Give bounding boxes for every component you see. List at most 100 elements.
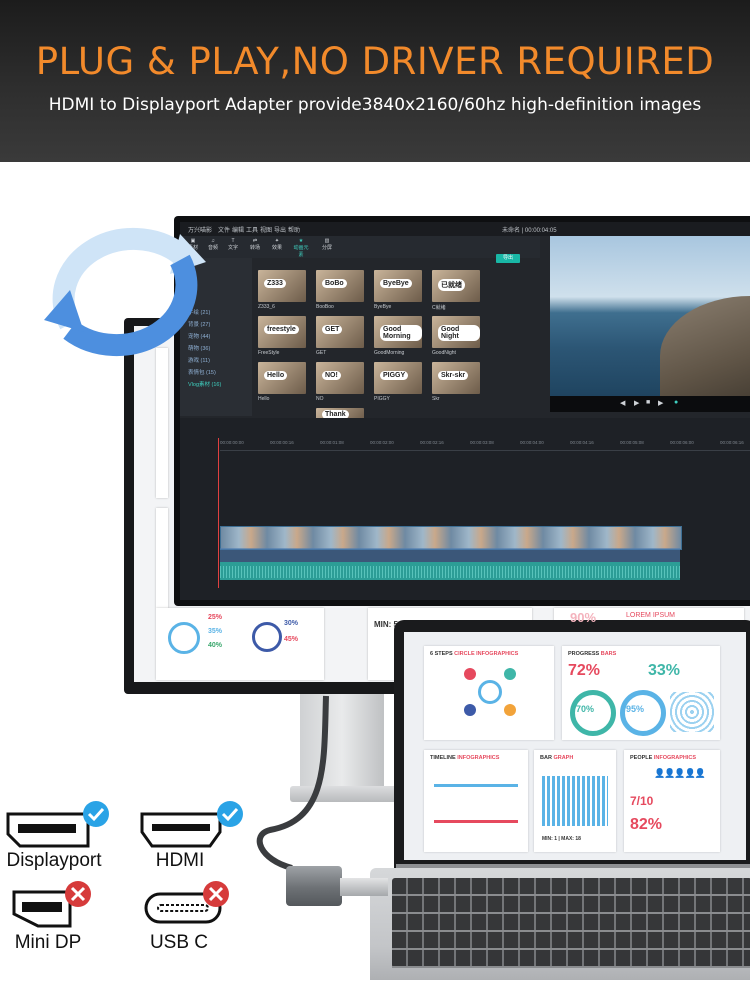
step-dot-icon	[504, 704, 516, 716]
laptop-screen: 6 STEPS CIRCLE INFOGRAPHICS PROGRESS BAR…	[404, 632, 746, 860]
sticker-label: Skr	[432, 396, 440, 402]
sticker-thumb[interactable]: freestyle	[258, 316, 306, 348]
adapter-body	[286, 866, 342, 906]
tool-effects[interactable]: ✦ 效果	[268, 238, 286, 256]
preview-frame	[550, 236, 750, 396]
step-dot-icon	[464, 704, 476, 716]
timeline-line	[434, 820, 518, 823]
sticker-label: FreeStyle	[258, 350, 280, 356]
pct-label-5: 45%	[284, 636, 299, 643]
preview-player: ◀ ▶ ■ ▶ ●	[550, 236, 750, 412]
sticker-thumb[interactable]: BoBo	[316, 270, 364, 302]
people-fraction: 7/10	[630, 794, 654, 808]
sticker-grid: Z333 Z333_6 BoBo BooBoo ByeBye ByeBye 已就…	[258, 270, 520, 420]
port-label-hdmi: HDMI	[155, 850, 205, 871]
card-steps-title: 6 STEPS CIRCLE INFOGRAPHICS	[430, 651, 519, 657]
slide-percentages: 25% 35% 40% 30% 45%	[156, 608, 324, 680]
prev-frame-icon[interactable]: ◀	[620, 399, 625, 407]
next-frame-icon[interactable]: ▶	[658, 399, 663, 407]
banner-title: PLUG & PLAY,NO DRIVER REQUIRED	[35, 40, 715, 83]
slide-left-strip	[156, 348, 168, 498]
sticker-label: GoodNight	[432, 350, 456, 356]
editor-menubar: 万兴喵影 文件 编辑 工具 视图 导出 帮助 未命名 | 00:00:04:05	[180, 222, 750, 236]
sticker-thumb[interactable]: ByeBye	[374, 270, 422, 302]
pct-label-4: 30%	[284, 620, 299, 627]
sticker-thumb[interactable]: Hello	[258, 362, 306, 394]
category-item[interactable]: 表情包 (15)	[188, 368, 216, 376]
card-progress: PROGRESS BARS 72% 33% 70% 95%	[562, 646, 720, 740]
sticker-label: Hello	[258, 396, 270, 402]
hdmi-port-icon	[140, 801, 243, 848]
card-timeline: TIMELINE INFOGRAPHICS	[424, 750, 528, 852]
displayport-port-icon	[6, 801, 109, 848]
menu-view[interactable]: 视图	[260, 225, 272, 234]
menu-help[interactable]: 帮助	[288, 225, 300, 234]
playhead-dot-icon[interactable]: ●	[674, 399, 678, 406]
editor-toolbar: ▣素材 ♫音频 T文字 ⇄转场 ✦效果 ★动画元素 ▥分屏 导出	[180, 236, 540, 263]
sticker-label: NO	[316, 396, 324, 402]
step-dot-icon	[504, 668, 516, 680]
video-track-effect[interactable]	[220, 548, 680, 562]
video-track-clip[interactable]	[220, 526, 682, 550]
sticker-thumb[interactable]: PIGGY	[374, 362, 422, 394]
progress-pct-b: 33%	[648, 662, 681, 679]
back-lorem: LOREM IPSUM	[626, 612, 676, 619]
sticker-thumb[interactable]: Good Morning	[374, 316, 422, 348]
sticker-label: BooBoo	[316, 304, 334, 310]
bar-graph-bars	[542, 776, 608, 826]
sticker-thumb[interactable]: Z333	[258, 270, 306, 302]
card-people-title: PEOPLE INFOGRAPHICS	[630, 755, 697, 761]
sync-arrows-icon	[44, 227, 206, 357]
card-progress-title: PROGRESS BARS	[568, 651, 617, 657]
sticker-thumb[interactable]: GET	[316, 316, 364, 348]
timeline-playhead[interactable]	[218, 438, 219, 588]
progress-circle-a: 70%	[576, 704, 595, 714]
progress-circle-b: 95%	[626, 704, 645, 714]
sticker-label: GET	[316, 350, 327, 356]
port-label-usb-c: USB C	[149, 932, 209, 953]
tool-split-screen[interactable]: ▥ 分屏	[318, 238, 336, 256]
tool-transition[interactable]: ⇄ 转场	[246, 238, 264, 256]
menu-export[interactable]: 导出	[274, 225, 286, 234]
tool-elements[interactable]: ★ 动画元素	[292, 238, 310, 258]
step-dot-icon	[464, 668, 476, 680]
card-bar-graph: BAR GRAPH MIN: 1 | MAX: 18	[534, 750, 616, 852]
menu-tools[interactable]: 工具	[246, 225, 258, 234]
back-pct: 90%	[570, 610, 597, 625]
mini-dp-port-icon	[12, 881, 91, 928]
card-steps: 6 STEPS CIRCLE INFOGRAPHICS	[424, 646, 554, 740]
banner-subtitle: HDMI to Displayport Adapter provide3840x…	[48, 95, 702, 115]
people-pct: 82%	[630, 816, 663, 833]
progress-pct-a: 72%	[568, 662, 601, 679]
play-icon[interactable]: ▶	[634, 399, 639, 407]
circle-steps-icon	[478, 680, 502, 704]
card-timeline-title: TIMELINE INFOGRAPHICS	[430, 755, 500, 761]
dot-matrix	[670, 692, 714, 732]
port-label-mini-dp: Mini DP	[14, 932, 82, 953]
sticker-thumb[interactable]: Skr-skr	[432, 362, 480, 394]
audio-waveform	[220, 566, 680, 578]
pct-label-3: 40%	[208, 642, 223, 649]
header-banner: PLUG & PLAY,NO DRIVER REQUIRED HDMI to D…	[0, 0, 750, 162]
sticker-thumb[interactable]: NO!	[316, 362, 364, 394]
slide-left-strip-2	[156, 508, 168, 608]
video-editor-window: 万兴喵影 文件 编辑 工具 视图 导出 帮助 未命名 | 00:00:04:05…	[180, 222, 750, 600]
sticker-label: C就绪	[432, 305, 446, 311]
stop-icon[interactable]: ■	[646, 399, 650, 406]
menu-edit[interactable]: 编辑	[232, 225, 244, 234]
laptop-keyboard-rows	[392, 878, 750, 968]
adapter-plug	[340, 878, 388, 896]
bar-min-max: MIN: 1 | MAX: 18	[542, 836, 581, 842]
category-item-selected[interactable]: Vlog素材 (16)	[188, 380, 221, 388]
pct-label-1: 25%	[208, 614, 223, 621]
timeline-panel: 00:00:00:00 00:00:00:16 00:00:01:08 00:0…	[180, 418, 750, 600]
timeline-line	[434, 784, 518, 787]
export-button[interactable]: 导出	[496, 254, 520, 263]
sticker-thumb[interactable]: Good Night	[432, 316, 480, 348]
sticker-label: GoodMorning	[374, 350, 405, 356]
sticker-label: Z333_6	[258, 304, 275, 310]
people-icons: 👤👤👤👤👤	[654, 768, 706, 778]
sticker-thumb[interactable]: 已就绪	[432, 270, 480, 302]
pie-chart-icon-2	[252, 622, 282, 652]
sticker-label: PIGGY	[374, 396, 390, 402]
